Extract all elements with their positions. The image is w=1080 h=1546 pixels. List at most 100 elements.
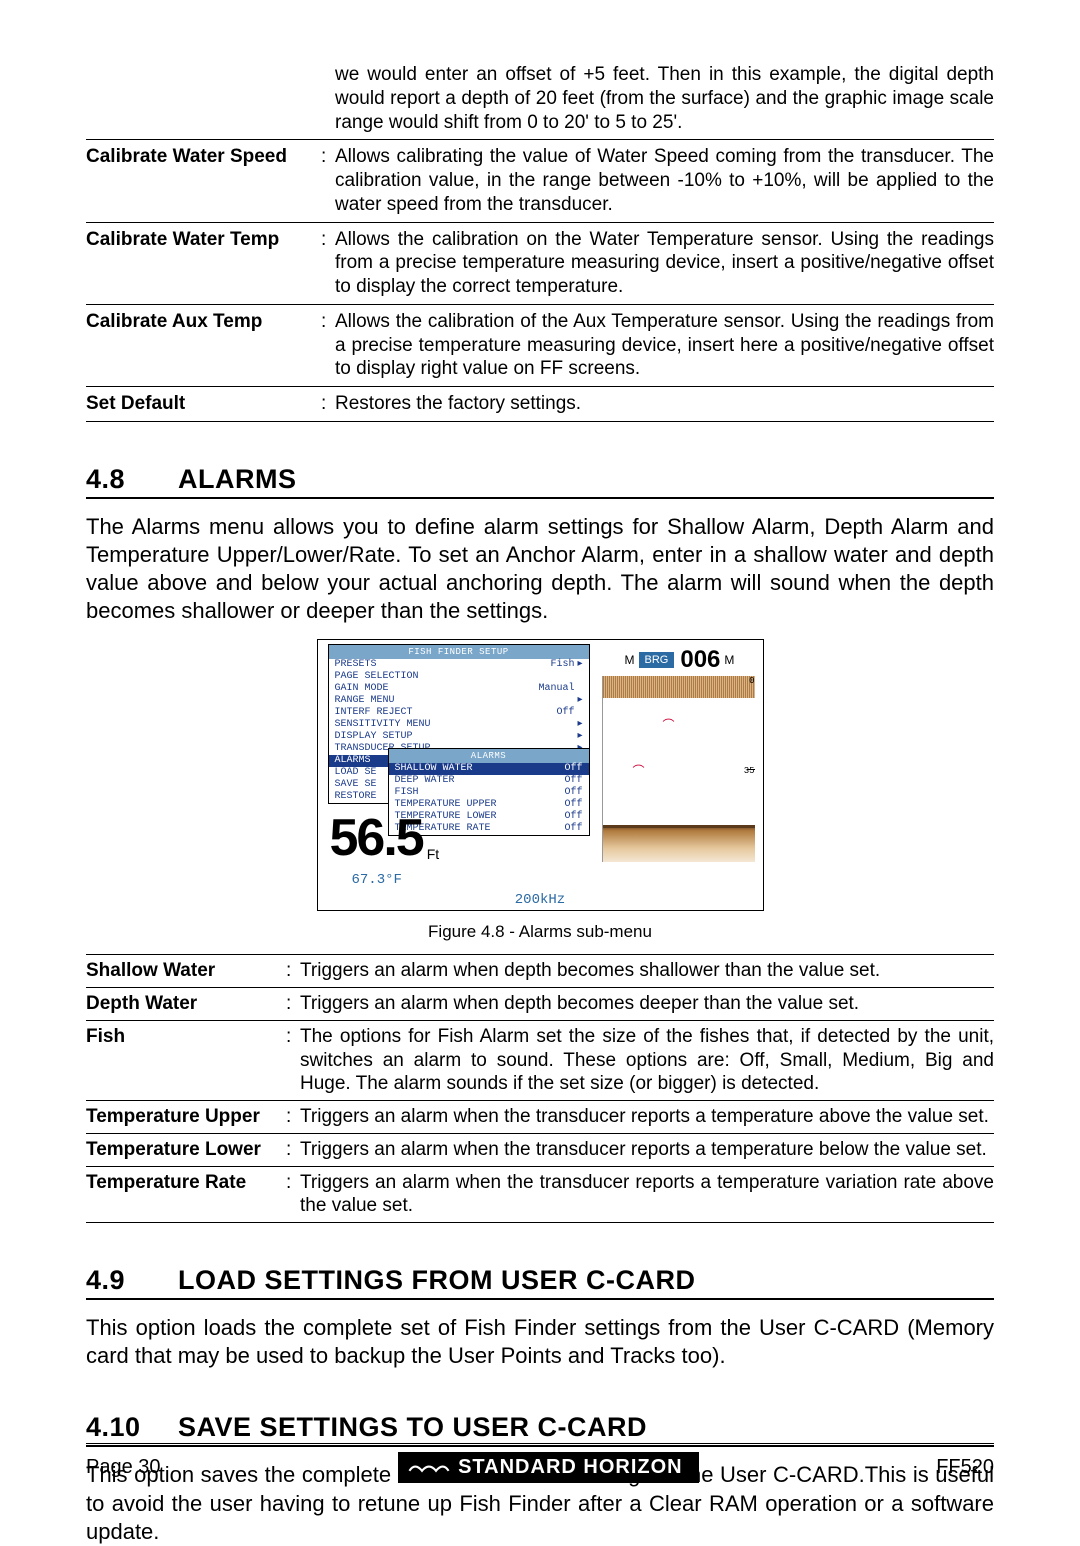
table-row: Depth Water:Triggers an alarm when depth… [86, 988, 994, 1021]
menu-item-label: SENSITIVITY MENU [335, 719, 431, 731]
chevron-right-icon [575, 683, 583, 695]
menu-item-label: RANGE MENU [335, 695, 395, 707]
chevron-right-icon: ▸ [575, 695, 583, 707]
menu-item[interactable]: RANGE MENU ▸ [329, 695, 589, 707]
menu-item-label: RESTORE [335, 791, 377, 803]
scale-top: 0 [749, 676, 754, 686]
menu-item[interactable]: DISPLAY SETUP ▸ [329, 731, 589, 743]
row-label: Depth Water [86, 988, 286, 1021]
submenu-item-label: DEEP WATER [395, 775, 455, 787]
section-number: 4.8 [86, 464, 178, 495]
row-label: Temperature Rate [86, 1166, 286, 1223]
wave-icon [408, 1459, 450, 1477]
menu-titlebar: FISH FINDER SETUP [329, 645, 589, 659]
fish-icon: ⌒ [633, 762, 645, 779]
section-number: 4.9 [86, 1265, 178, 1296]
row-label: Temperature Upper [86, 1101, 286, 1134]
table-row: Shallow Water:Triggers an alarm when dep… [86, 955, 994, 988]
submenu-item-value: Off [564, 823, 582, 835]
alarms-submenu-screenshot: FISH FINDER SETUP PRESETSFish▸PAGE SELEC… [317, 639, 764, 911]
page-number: Page 30 [86, 1456, 161, 1479]
menu-item-label: PAGE SELECTION [335, 671, 419, 683]
section-4-8-heading: 4.8ALARMS [86, 464, 994, 499]
row-label: Temperature Lower [86, 1133, 286, 1166]
submenu-item[interactable]: SHALLOW WATER Off [389, 763, 589, 775]
submenu-item-value: Off [564, 811, 582, 823]
frequency-readout: 200kHz [318, 892, 763, 908]
submenu-item-value: Off [564, 763, 582, 775]
chevron-right-icon: ▸ [575, 731, 583, 743]
menu-item[interactable]: INTERF REJECT Off [329, 707, 589, 719]
submenu-item-value: Off [564, 787, 582, 799]
menu-item-label: PRESETS [335, 659, 377, 671]
menu-item[interactable]: SENSITIVITY MENU ▸ [329, 719, 589, 731]
row-desc: Restores the factory settings. [335, 387, 994, 422]
menu-item-label: INTERF REJECT [335, 707, 413, 719]
menu-item-label: GAIN MODE [335, 683, 389, 695]
table-row: Fish:The options for Fish Alarm set the … [86, 1020, 994, 1100]
brg-value: 006 [680, 646, 720, 674]
chevron-right-icon [575, 671, 583, 683]
row-desc: Allows the calibration of the Aux Temper… [335, 304, 994, 386]
section-4-8-body: The Alarms menu allows you to define ala… [86, 513, 994, 626]
scale-mid: 35 [744, 766, 755, 776]
section-4-9-heading: 4.9LOAD SETTINGS FROM USER C-CARD [86, 1265, 994, 1300]
submenu-item[interactable]: FISH Off [389, 787, 589, 799]
model-number: FF520 [936, 1456, 994, 1479]
submenu-item-label: SHALLOW WATER [395, 763, 473, 775]
menu-item-label: DISPLAY SETUP [335, 731, 413, 743]
section-title: SAVE SETTINGS TO USER C-CARD [178, 1412, 647, 1442]
fish-icon: ⌒ [663, 716, 675, 733]
menu-item-label: SAVE SE [335, 779, 377, 791]
row-desc: The options for Fish Alarm set the size … [300, 1020, 994, 1100]
menu-item-value: Off [556, 707, 574, 719]
brg-prefix: M [625, 653, 635, 667]
row-desc: Allows the calibration on the Water Temp… [335, 222, 994, 304]
section-4-9-body: This option loads the complete set of Fi… [86, 1314, 994, 1370]
row-label: Calibrate Water Speed [86, 140, 321, 222]
row-label: Set Default [86, 387, 321, 422]
row-desc: Triggers an alarm when the transducer re… [300, 1133, 994, 1166]
row-label: Calibrate Water Temp [86, 222, 321, 304]
intro-desc: we would enter an offset of +5 feet. The… [335, 58, 994, 140]
submenu-item-value: Off [564, 775, 582, 787]
menu-item-value: Manual [538, 683, 574, 695]
section-title: LOAD SETTINGS FROM USER C-CARD [178, 1265, 696, 1295]
bearing-readout: M BRG 006 M [625, 648, 755, 672]
depth-readout: 56.5 Ft [330, 808, 440, 868]
row-desc: Triggers an alarm when the transducer re… [300, 1166, 994, 1223]
row-label: Calibrate Aux Temp [86, 304, 321, 386]
row-desc: Triggers an alarm when depth becomes sha… [300, 955, 994, 988]
chevron-right-icon: ▸ [575, 659, 583, 671]
brand-name: STANDARD HORIZON [458, 1456, 683, 1479]
menu-item-value: Fish [550, 659, 574, 671]
depth-value: 56.5 [330, 808, 423, 868]
section-number: 4.10 [86, 1412, 178, 1443]
row-desc: Triggers an alarm when the transducer re… [300, 1101, 994, 1134]
brand-logo: STANDARD HORIZON [398, 1452, 699, 1483]
brg-unit: M [724, 653, 734, 667]
chevron-right-icon: ▸ [575, 719, 583, 731]
row-desc: Triggers an alarm when depth becomes dee… [300, 988, 994, 1021]
brg-label: BRG [639, 652, 675, 668]
submenu-item-value: Off [564, 799, 582, 811]
menu-item[interactable]: PAGE SELECTION [329, 671, 589, 683]
temperature-readout: 67.3°F [352, 872, 402, 888]
table-row: Temperature Lower:Triggers an alarm when… [86, 1133, 994, 1166]
depth-unit: Ft [427, 846, 439, 862]
figure-caption: Figure 4.8 - Alarms sub-menu [86, 922, 994, 942]
menu-item[interactable]: PRESETS Fish▸ [329, 659, 589, 671]
submenu-titlebar: ALARMS [389, 749, 589, 763]
table-row: Temperature Rate:Triggers an alarm when … [86, 1166, 994, 1223]
calibration-table: we would enter an offset of +5 feet. The… [86, 58, 994, 422]
submenu-item-label: FISH [395, 787, 419, 799]
row-label: Shallow Water [86, 955, 286, 988]
chevron-right-icon [575, 707, 583, 719]
menu-item[interactable]: GAIN MODE Manual [329, 683, 589, 695]
alarms-table: Shallow Water:Triggers an alarm when dep… [86, 954, 994, 1223]
menu-item-label: ALARMS [335, 755, 371, 767]
submenu-item[interactable]: DEEP WATER Off [389, 775, 589, 787]
row-desc: Allows calibrating the value of Water Sp… [335, 140, 994, 222]
table-row: Temperature Upper:Triggers an alarm when… [86, 1101, 994, 1134]
section-title: ALARMS [178, 464, 297, 494]
